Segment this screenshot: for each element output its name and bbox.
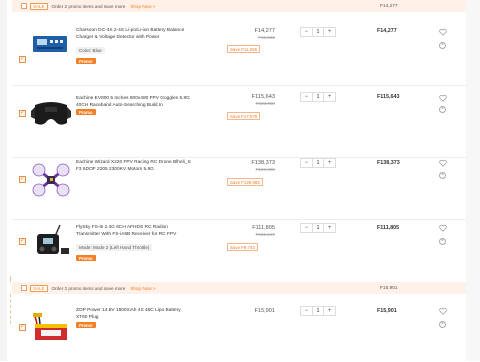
promo-group-total: F14,277 (380, 3, 398, 9)
save-amount: Save F9,742 (227, 243, 258, 251)
cart-item: ✓ Eachine Wizard X220 FPV Racing RC Dron… (12, 148, 466, 220)
battery-image (33, 313, 67, 340)
group-connector (10, 276, 11, 282)
promo-group-bar: SALE Order 2 promo items and save more S… (12, 282, 466, 294)
promo-badge: Promo (76, 109, 96, 115)
increase-button[interactable]: + (324, 93, 335, 101)
item-checkbox[interactable]: ✓ (19, 238, 26, 245)
delete-icon[interactable]: × (439, 321, 446, 328)
item-checkbox[interactable]: ✓ (19, 324, 26, 331)
quantity-stepper: − 1 + (300, 27, 336, 37)
promo-badge: Promo (76, 255, 96, 261)
transmitter-image (37, 224, 69, 254)
item-subtotal: F14,277 (377, 28, 397, 34)
increase-button[interactable]: + (324, 28, 335, 36)
product-image[interactable] (31, 222, 71, 262)
original-price: F123,318 (255, 101, 275, 106)
quantity-input[interactable]: 1 (311, 307, 325, 315)
sale-tag: SALE (30, 284, 48, 292)
unit-price: F138,373 (251, 160, 275, 166)
product-image[interactable] (31, 24, 71, 64)
delete-icon[interactable]: × (439, 106, 446, 113)
decrease-button[interactable]: − (301, 159, 312, 167)
decrease-button[interactable]: − (301, 93, 312, 101)
promo-badge: Promo (76, 322, 96, 328)
quantity-input[interactable]: 1 (311, 93, 325, 101)
item-checkbox[interactable]: ✓ (19, 176, 26, 183)
promo-badge: Promo (76, 58, 96, 64)
unit-price: F14,277 (254, 28, 275, 34)
unit-price: F111,805 (252, 225, 275, 231)
quantity-input[interactable]: 1 (311, 159, 325, 167)
cart-item: ✓ FlySky FS-i6 2.4G 6CH AFHDS RC Radion … (12, 212, 466, 284)
original-price: F121,547 (255, 232, 275, 237)
increase-button[interactable]: + (324, 224, 335, 232)
product-title[interactable]: Charsoon DC-4S 2-4S Li-po/Li-ion Battery… (76, 28, 192, 42)
product-image[interactable] (31, 94, 71, 134)
item-subtotal: F138,373 (377, 160, 400, 166)
right-scroll-area[interactable] (466, 0, 480, 361)
heart-icon[interactable] (439, 28, 447, 36)
decrease-button[interactable]: − (301, 28, 312, 36)
product-title[interactable]: ZOP Power 14.8V 1500mAh 4S 45C Lipo Batt… (76, 308, 192, 322)
quantity-stepper: − 1 + (300, 223, 336, 233)
product-title[interactable]: Eachine Wizard X220 FPV Racing RC Drone … (76, 160, 192, 174)
drone-image (32, 163, 70, 197)
heart-icon[interactable] (439, 159, 447, 167)
item-subtotal: F115,643 (377, 94, 400, 100)
unit-price: F115,643 (251, 94, 275, 100)
decrease-button[interactable]: − (301, 307, 312, 315)
delete-icon[interactable]: × (439, 172, 446, 179)
cart-item: ✓ ZOP Power 14.8V 1500mAh 4S 45C Lipo Ba… (12, 296, 466, 362)
item-checkbox[interactable]: ✓ (19, 110, 26, 117)
unit-price: F15,901 (254, 308, 275, 314)
promo-group-bar: SALE Order 2 promo items and save more S… (12, 0, 466, 12)
delete-icon[interactable]: × (439, 42, 446, 49)
save-amount: Save F129,665 (227, 178, 263, 186)
sale-tag: SALE (30, 2, 48, 10)
item-checkbox[interactable]: ✓ (19, 56, 26, 63)
product-title[interactable]: Eachine EV800 5 Inches 800x480 FPV Goggl… (76, 96, 192, 110)
promo-text: Order 2 promo items and save more (51, 3, 126, 9)
item-subtotal: F15,901 (377, 308, 397, 314)
increase-button[interactable]: + (324, 159, 335, 167)
shop-now-link[interactable]: Shop Now > (130, 4, 155, 9)
promo-group-total: F15,901 (380, 285, 398, 291)
heart-icon[interactable] (439, 224, 447, 232)
original-price: F15,532 (258, 35, 275, 40)
cart-item: ✓ Charsoon DC-4S 2-4S Li-po/Li-ion Batte… (12, 14, 466, 86)
quantity-stepper: − 1 + (300, 92, 336, 102)
heart-icon[interactable] (439, 94, 447, 102)
heart-icon[interactable] (439, 307, 447, 315)
promo-group-checkbox[interactable] (21, 285, 27, 291)
decrease-button[interactable]: − (301, 224, 312, 232)
promo-text: Order 2 promo items and save more (51, 285, 126, 291)
save-amount: Save F17,575 (227, 112, 261, 120)
quantity-input[interactable]: 1 (311, 28, 325, 36)
original-price: F150,838 (255, 167, 275, 172)
delete-icon[interactable]: × (439, 238, 446, 245)
group-connector (10, 294, 11, 324)
goggles-image (31, 102, 71, 125)
shop-now-link[interactable]: Shop Now > (130, 286, 155, 291)
quantity-stepper: − 1 + (300, 158, 336, 168)
product-variant[interactable]: Mode: Mode 2 (Left Hand Throttle) (76, 244, 153, 251)
product-variant[interactable]: Color: Blue (76, 47, 105, 54)
quantity-input[interactable]: 1 (311, 224, 325, 232)
product-title[interactable]: FlySky FS-i6 2.4G 6CH AFHDS RC Radion Tr… (76, 225, 192, 239)
promo-group-checkbox[interactable] (21, 3, 27, 9)
product-image[interactable] (31, 160, 71, 200)
left-frame (0, 0, 7, 361)
quantity-stepper: − 1 + (300, 306, 336, 316)
increase-button[interactable]: + (324, 307, 335, 315)
item-subtotal: F111,805 (377, 225, 400, 231)
product-image[interactable] (31, 310, 71, 350)
charger-image (33, 36, 67, 52)
save-amount: Save F11,255 (227, 45, 261, 53)
